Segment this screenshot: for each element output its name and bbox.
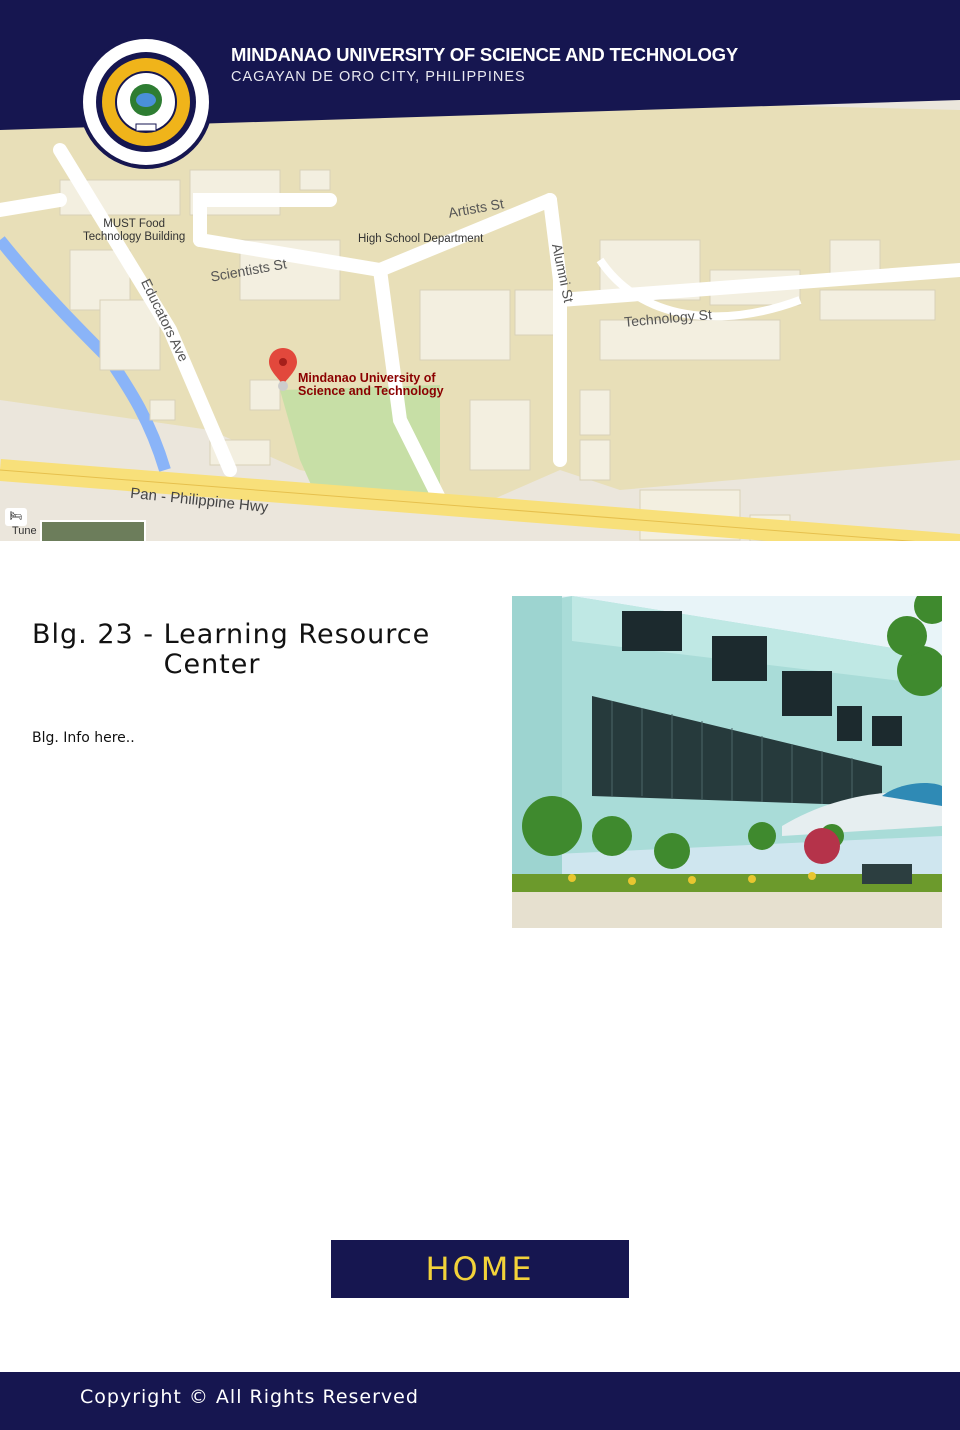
building-name: Learning Resource Center [163,619,431,680]
map-label-tune: Tune [12,525,37,537]
building-info: Blg. Info here.. [32,730,135,746]
building-photo [512,596,942,928]
building-title: Blg. 23 - Learning Resource Center [32,620,464,680]
map-label-high-school: High School Department [358,233,484,245]
map-pin-label: Mindanao University of Science and Techn… [298,371,444,398]
map-label-food-building: MUST Food Technology Building [83,218,186,243]
home-button[interactable]: HOME [331,1240,629,1298]
university-name: MINDANAO UNIVERSITY OF SCIENCE AND TECHN… [231,44,738,65]
university-logo[interactable] [78,34,214,170]
copyright-text: Copyright © All Rights Reserved [80,1386,419,1408]
bed-icon: 🛏 [5,508,27,526]
university-city: CAGAYAN DE ORO CITY, PHILIPPINES [231,69,526,85]
building-number: Blg. 23 - [32,619,155,650]
satellite-toggle[interactable] [40,520,146,541]
